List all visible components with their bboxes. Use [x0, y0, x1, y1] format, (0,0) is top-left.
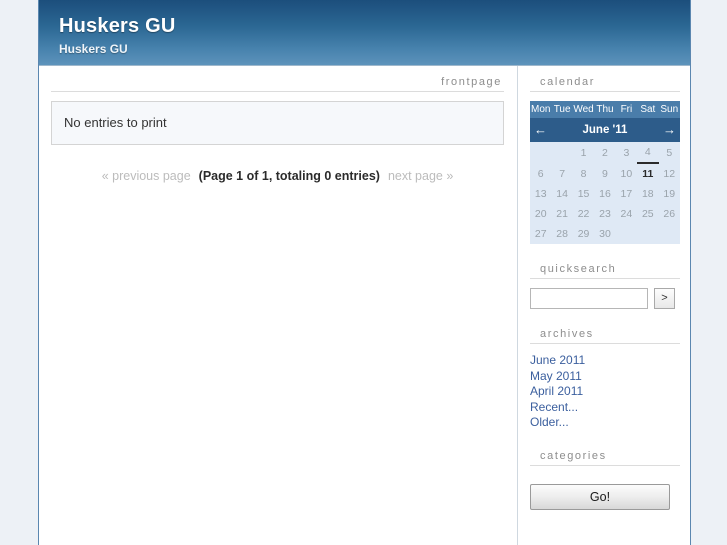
current-page-label: (Page 1 of 1, totaling 0 entries) [198, 169, 380, 183]
calendar-day-9[interactable]: 9 [594, 163, 616, 184]
calendar-nav-row: ← June '11 → [530, 118, 680, 142]
content-columns: frontpage No entries to print « previous… [39, 66, 690, 545]
main-content: frontpage No entries to print « previous… [39, 66, 516, 183]
search-input[interactable] [530, 288, 648, 309]
calendar-day-27[interactable]: 27 [530, 224, 552, 244]
calendar-weekday-row: Mon Tue Wed Thu Fri Sat Sun [530, 101, 680, 118]
calendar-day-1[interactable]: 1 [572, 142, 595, 163]
calendar-day-empty [637, 224, 659, 244]
calendar-day-empty [615, 224, 638, 244]
quicksearch-heading: quicksearch [530, 263, 680, 279]
categories-go-button[interactable]: Go! [530, 483, 670, 510]
no-entries-box: No entries to print [51, 101, 504, 145]
archive-link-2[interactable]: April 2011 [530, 384, 680, 400]
sidebar-block-archives: archives June 2011 May 2011 April 2011 Rece… [530, 328, 680, 431]
calendar-week-row: 20 21 22 23 24 25 26 [530, 204, 680, 224]
calendar-day-20[interactable]: 20 [530, 204, 552, 224]
calendar-days-body: 1 2 3 4 5 6 7 8 9 10 11 12 13 14 15 16 17 18 19 20 21 22 23 24 2… [530, 142, 680, 244]
calendar-day-22[interactable]: 22 [572, 204, 595, 224]
weekday-sun: Sun [658, 101, 680, 118]
weekday-thu: Thu [594, 101, 616, 118]
calendar-heading: calendar [530, 76, 680, 92]
calendar-day-19[interactable]: 19 [658, 184, 680, 204]
weekday-wed: Wed [572, 101, 595, 118]
archive-link-1[interactable]: May 2011 [530, 369, 680, 385]
weekday-sat: Sat [637, 101, 659, 118]
site-container: Huskers GU Huskers GU frontpage No entri… [38, 0, 691, 545]
calendar-day-11[interactable]: 11 [637, 162, 659, 184]
categories-heading: categories [530, 450, 680, 466]
calendar-week-row: 6 7 8 9 10 11 12 [530, 162, 680, 184]
calendar-day-18[interactable]: 18 [637, 184, 659, 204]
calendar-day-empty [658, 224, 680, 244]
calendar-day-25[interactable]: 25 [637, 204, 659, 224]
calendar-day-17[interactable]: 17 [615, 184, 638, 204]
previous-page-link[interactable]: « previous page [102, 169, 191, 183]
calendar-day-8[interactable]: 8 [572, 163, 595, 184]
archive-link-3[interactable]: Recent... [530, 400, 680, 416]
calendar-day-23[interactable]: 23 [594, 204, 616, 224]
calendar-day-29[interactable]: 29 [572, 224, 595, 244]
search-submit-button[interactable]: > [654, 288, 675, 309]
frontpage-heading: frontpage [51, 76, 504, 92]
quicksearch-row: > [530, 288, 680, 309]
blog-title: Huskers GU [59, 15, 176, 37]
calendar-day-28[interactable]: 28 [551, 224, 573, 244]
calendar-day-10[interactable]: 10 [615, 163, 638, 184]
weekday-fri: Fri [615, 101, 638, 118]
sidebar: calendar ← June '11 → Mon Tue Wed Thu Fr… [517, 66, 690, 545]
calendar-day-30[interactable]: 30 [594, 224, 616, 244]
calendar-day-24[interactable]: 24 [615, 204, 638, 224]
archives-heading: archives [530, 328, 680, 344]
calendar-table: ← June '11 → Mon Tue Wed Thu Fri Sat Sun… [530, 101, 680, 244]
calendar-day-4[interactable]: 4 [637, 142, 659, 163]
calendar-next-icon[interactable]: → [658, 118, 680, 142]
calendar-week-row: 13 14 15 16 17 18 19 [530, 184, 680, 204]
calendar-week-row: 12345 [530, 142, 680, 163]
pagination: « previous page (Page 1 of 1, totaling 0 … [51, 169, 504, 183]
calendar-day-6[interactable]: 6 [530, 163, 552, 184]
calendar-week-row: 27 28 29 30 [530, 224, 680, 244]
weekday-mon: Mon [530, 101, 552, 118]
calendar-day-empty [530, 142, 552, 163]
sidebar-block-categories: categories Go! [530, 450, 680, 510]
calendar-day-12[interactable]: 12 [658, 163, 680, 184]
calendar-day-5[interactable]: 5 [658, 142, 680, 163]
calendar-day-2[interactable]: 2 [594, 142, 616, 163]
calendar-month-label: June '11 [551, 118, 659, 142]
calendar-day-3[interactable]: 3 [615, 142, 638, 163]
page-root: Huskers GU Huskers GU frontpage No entri… [0, 0, 727, 545]
calendar-day-26[interactable]: 26 [658, 204, 680, 224]
calendar-prev-icon[interactable]: ← [530, 118, 552, 142]
next-page-link[interactable]: next page » [388, 169, 453, 183]
calendar-day-21[interactable]: 21 [551, 204, 573, 224]
weekday-row: Mon Tue Wed Thu Fri Sat Sun [530, 101, 680, 118]
calendar-day-7[interactable]: 7 [551, 163, 573, 184]
weekday-tue: Tue [551, 101, 573, 118]
calendar-day-16[interactable]: 16 [594, 184, 616, 204]
calendar-day-empty [551, 142, 573, 163]
archives-list: June 2011 May 2011 April 2011 Recent... Olde… [530, 353, 680, 431]
archive-link-0[interactable]: June 2011 [530, 353, 680, 369]
calendar-day-15[interactable]: 15 [572, 184, 595, 204]
calendar-day-13[interactable]: 13 [530, 184, 552, 204]
sidebar-block-quicksearch: quicksearch > [530, 263, 680, 309]
calendar-day-14[interactable]: 14 [551, 184, 573, 204]
site-header: Huskers GU Huskers GU [39, 0, 690, 66]
sidebar-block-calendar: calendar ← June '11 → Mon Tue Wed Thu Fr… [530, 76, 680, 244]
archive-link-4[interactable]: Older... [530, 415, 680, 431]
blog-subtitle: Huskers GU [59, 42, 128, 56]
